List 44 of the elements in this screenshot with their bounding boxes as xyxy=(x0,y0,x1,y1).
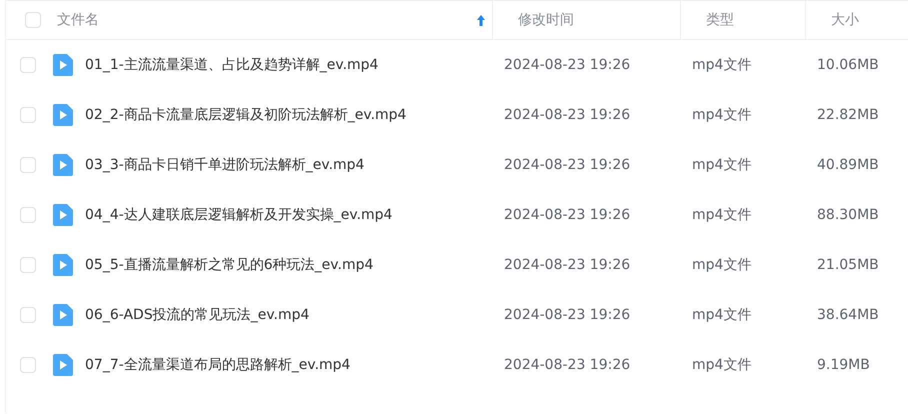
file-size: 10.06MB xyxy=(817,57,879,73)
file-name[interactable]: 05_5-直播流量解析之常见的6种玩法_ev.mp4 xyxy=(85,256,374,274)
file-name[interactable]: 04_4-达人建联底层逻辑解析及开发实操_ev.mp4 xyxy=(85,206,392,224)
file-type: mp4文件 xyxy=(692,256,752,274)
file-type: mp4文件 xyxy=(692,306,752,324)
file-name[interactable]: 02_2-商品卡流量底层逻辑及初阶玩法解析_ev.mp4 xyxy=(85,106,406,124)
file-name[interactable]: 06_6-ADS投流的常见玩法_ev.mp4 xyxy=(85,306,310,324)
video-file-icon xyxy=(53,304,73,326)
file-name[interactable]: 07_7-全流量渠道布局的思路解析_ev.mp4 xyxy=(85,356,350,374)
file-name[interactable]: 03_3-商品卡日销千单进阶玩法解析_ev.mp4 xyxy=(85,156,364,174)
row-checkbox[interactable] xyxy=(20,207,36,223)
file-size: 9.19MB xyxy=(817,357,870,373)
modified-time: 2024-08-23 19:26 xyxy=(504,207,630,223)
video-file-icon xyxy=(53,154,73,176)
video-file-icon xyxy=(53,54,73,76)
modified-time: 2024-08-23 19:26 xyxy=(504,107,630,123)
file-type: mp4文件 xyxy=(692,156,752,174)
row-checkbox[interactable] xyxy=(20,357,36,373)
row-checkbox[interactable] xyxy=(20,57,36,73)
row-checkbox[interactable] xyxy=(20,107,36,123)
row-checkbox[interactable] xyxy=(20,257,36,273)
file-size: 38.64MB xyxy=(817,307,879,323)
modified-time: 2024-08-23 19:26 xyxy=(504,157,630,173)
file-size: 88.30MB xyxy=(817,207,879,223)
modified-time: 2024-08-23 19:26 xyxy=(504,257,630,273)
file-size: 40.89MB xyxy=(817,157,879,173)
modified-time: 2024-08-23 19:26 xyxy=(504,307,630,323)
video-file-icon xyxy=(53,104,73,126)
video-file-icon xyxy=(53,254,73,276)
video-file-icon xyxy=(53,354,73,376)
file-type: mp4文件 xyxy=(692,356,752,374)
file-type: mp4文件 xyxy=(692,206,752,224)
video-file-icon xyxy=(53,204,73,226)
file-type: mp4文件 xyxy=(692,106,752,124)
file-size: 22.82MB xyxy=(817,107,879,123)
sort-arrow-icon[interactable] xyxy=(477,14,485,26)
file-type: mp4文件 xyxy=(692,56,752,74)
file-size: 21.05MB xyxy=(817,257,879,273)
row-checkbox[interactable] xyxy=(20,307,36,323)
modified-time: 2024-08-23 19:26 xyxy=(504,57,630,73)
file-name[interactable]: 01_1-主流流量渠道、占比及趋势详解_ev.mp4 xyxy=(85,56,378,74)
row-checkbox[interactable] xyxy=(20,157,36,173)
select-all-checkbox[interactable] xyxy=(25,12,41,28)
modified-time: 2024-08-23 19:26 xyxy=(504,357,630,373)
